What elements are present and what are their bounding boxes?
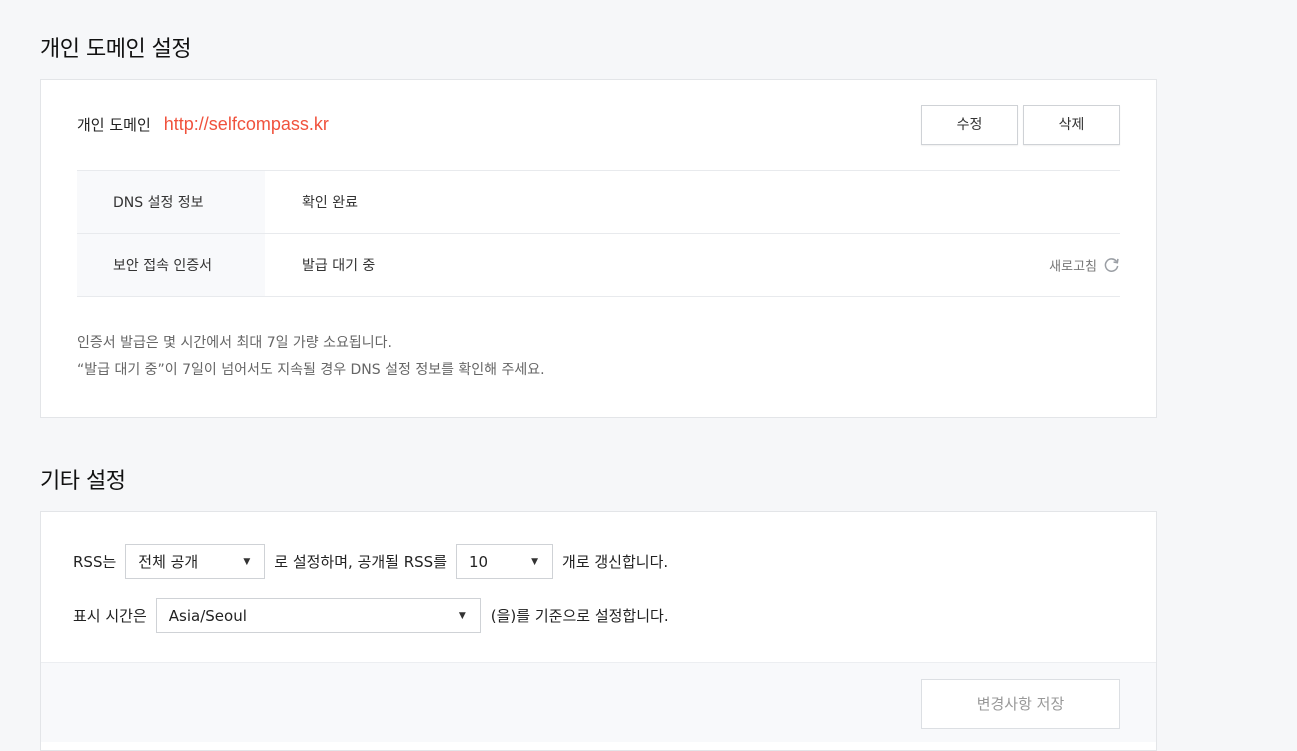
table-row: DNS 설정 정보 확인 완료 bbox=[77, 171, 1120, 234]
rss-suffix: 개로 갱신합니다. bbox=[562, 553, 669, 571]
certificate-note: 인증서 발급은 몇 시간에서 최대 7일 가량 소요됩니다. “발급 대기 중”… bbox=[77, 330, 545, 384]
rss-visibility-select[interactable]: 전체 공개 ▼ bbox=[125, 544, 266, 579]
rss-count-select[interactable]: 10 ▼ bbox=[456, 544, 554, 579]
cert-info-value: 발급 대기 중 bbox=[302, 258, 376, 274]
refresh-label: 새로고침 bbox=[1049, 259, 1097, 275]
note-line: 인증서 발급은 몇 시간에서 최대 7일 가량 소요됩니다. bbox=[77, 335, 392, 351]
caret-down-icon: ▼ bbox=[531, 556, 539, 567]
table-row: 보안 접속 인증서 발급 대기 중 새로고침 bbox=[77, 234, 1120, 297]
domain-label: 개인 도메인 bbox=[77, 116, 151, 134]
other-section-title: 기타 설정 bbox=[40, 469, 126, 494]
rss-setting-row: RSS는 전체 공개 ▼ 로 설정하며, 공개될 RSS를 10 ▼ 개로 갱신… bbox=[73, 544, 668, 579]
domain-info-table: DNS 설정 정보 확인 완료 보안 접속 인증서 발급 대기 중 새로고침 bbox=[77, 170, 1120, 297]
timezone-value: Asia/Seoul bbox=[168, 606, 247, 625]
delete-button[interactable]: 삭제 bbox=[1023, 105, 1120, 145]
note-line: “발급 대기 중”이 7일이 넘어서도 지속될 경우 DNS 설정 정보를 확인… bbox=[77, 362, 545, 378]
refresh-button[interactable]: 새로고침 bbox=[1049, 256, 1120, 275]
dns-info-value: 확인 완료 bbox=[302, 195, 358, 211]
dns-info-key: DNS 설정 정보 bbox=[77, 171, 265, 233]
timezone-select[interactable]: Asia/Seoul ▼ bbox=[155, 598, 481, 633]
domain-row: 개인 도메인 http://selfcompass.kr bbox=[77, 114, 329, 135]
rss-middle-text: 로 설정하며, 공개될 RSS를 bbox=[274, 553, 448, 571]
caret-down-icon: ▼ bbox=[458, 610, 466, 621]
timezone-setting-row: 표시 시간은 Asia/Seoul ▼ (을)를 기준으로 설정합니다. bbox=[73, 598, 669, 633]
domain-panel: 개인 도메인 http://selfcompass.kr 수정 삭제 DNS 설… bbox=[40, 79, 1157, 418]
rss-prefix: RSS는 bbox=[73, 553, 117, 571]
domain-url-link[interactable]: http://selfcompass.kr bbox=[164, 114, 329, 135]
tz-suffix: (을)를 기준으로 설정합니다. bbox=[490, 607, 669, 625]
tz-prefix: 표시 시간은 bbox=[73, 607, 147, 625]
caret-down-icon: ▼ bbox=[243, 556, 251, 567]
cert-info-value-cell: 발급 대기 중 새로고침 bbox=[265, 234, 1120, 296]
domain-section-title: 개인 도메인 설정 bbox=[40, 37, 192, 62]
other-settings-panel: RSS는 전체 공개 ▼ 로 설정하며, 공개될 RSS를 10 ▼ 개로 갱신… bbox=[40, 511, 1157, 751]
rss-visibility-value: 전체 공개 bbox=[138, 553, 199, 571]
cert-info-key: 보안 접속 인증서 bbox=[77, 234, 265, 296]
rss-count-value: 10 bbox=[469, 552, 489, 571]
refresh-icon bbox=[1104, 258, 1119, 272]
save-changes-button[interactable]: 변경사항 저장 bbox=[921, 679, 1120, 729]
edit-button[interactable]: 수정 bbox=[921, 105, 1018, 145]
settings-footer: 변경사항 저장 bbox=[41, 662, 1156, 742]
